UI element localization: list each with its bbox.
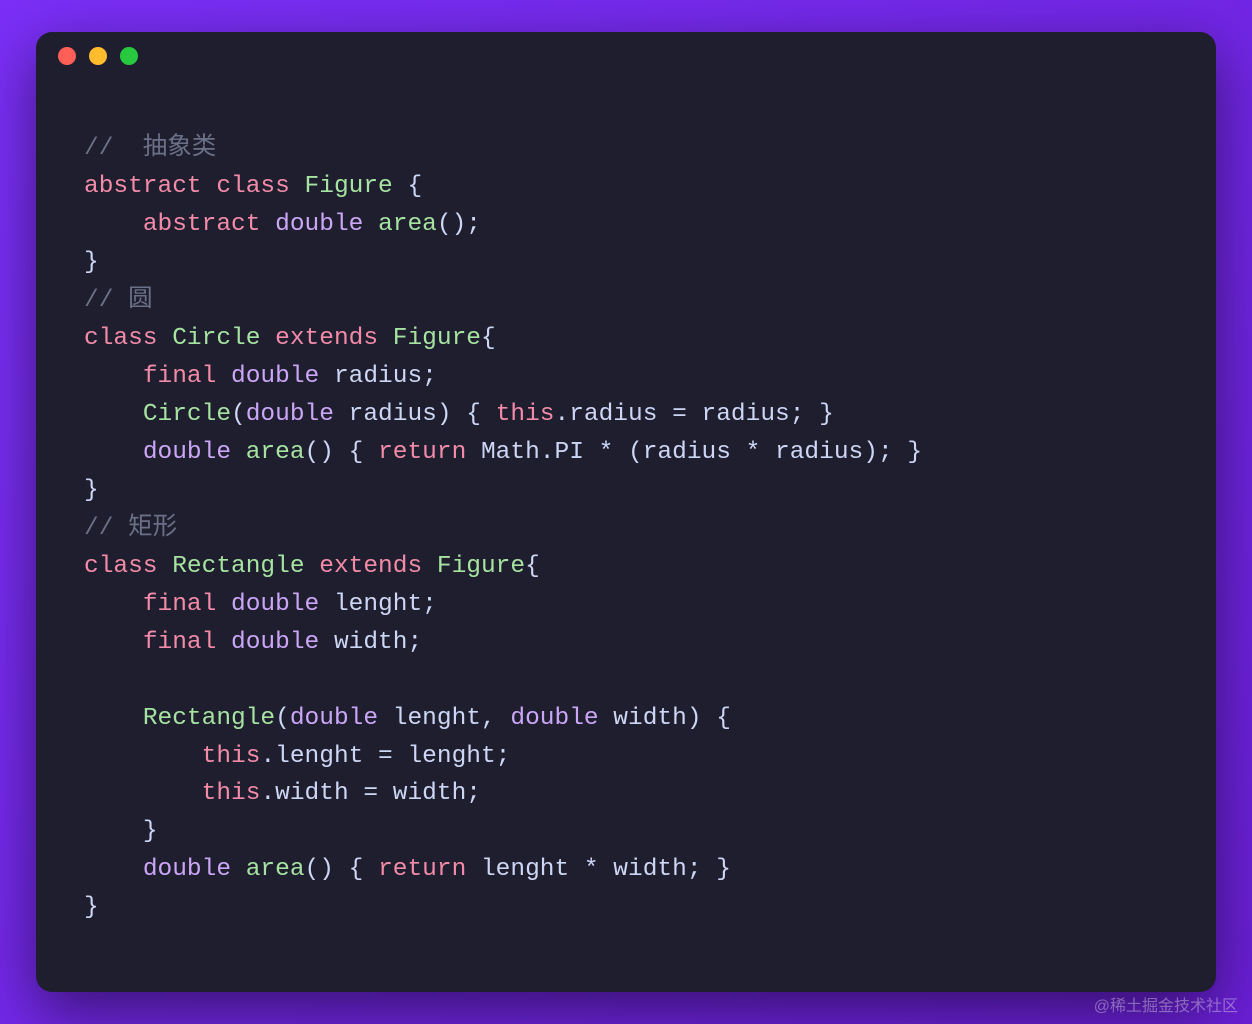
code-keyword: extends <box>319 553 422 580</box>
code-this: this <box>202 743 261 770</box>
close-icon[interactable] <box>58 47 76 65</box>
code-keyword: class <box>84 325 158 352</box>
code-text: radius) { <box>334 401 496 428</box>
code-keyword: abstract <box>84 173 202 200</box>
code-this: this <box>202 780 261 807</box>
code-indent <box>84 856 143 883</box>
code-classname: Circle <box>172 325 260 352</box>
code-text: lenght; <box>319 591 437 618</box>
window-titlebar <box>36 32 1216 80</box>
code-comment: // 圆 <box>84 287 153 314</box>
code-keyword: return <box>378 856 466 883</box>
code-type: double <box>275 211 363 238</box>
code-classname: Figure <box>437 553 525 580</box>
code-ctor: Circle <box>143 401 231 428</box>
code-punc: } <box>143 818 158 845</box>
code-this: this <box>496 401 555 428</box>
watermark: @稀土掘金技术社区 <box>1094 992 1238 1016</box>
code-punc: () { <box>305 439 379 466</box>
code-comment: // 抽象类 <box>84 135 216 162</box>
code-keyword: final <box>143 629 217 656</box>
code-indent <box>84 439 143 466</box>
code-window: // 抽象类 abstract class Figure { abstract … <box>36 32 1216 992</box>
code-indent <box>84 401 143 428</box>
code-text: width; <box>319 629 422 656</box>
code-indent <box>84 211 143 238</box>
code-indent <box>84 743 202 770</box>
code-type: double <box>246 401 334 428</box>
code-text: .radius = radius; } <box>555 401 834 428</box>
code-text: Math.PI * (radius * radius); } <box>466 439 922 466</box>
code-indent <box>84 705 143 732</box>
code-method: area <box>246 439 305 466</box>
code-keyword: abstract <box>143 211 261 238</box>
code-punc: (); <box>437 211 481 238</box>
code-text: lenght, <box>378 705 510 732</box>
code-type: double <box>143 856 231 883</box>
code-punc: { <box>481 325 496 352</box>
code-type: double <box>231 629 319 656</box>
code-indent <box>84 363 143 390</box>
code-type: double <box>143 439 231 466</box>
code-punc: { <box>393 173 422 200</box>
code-text: radius; <box>319 363 437 390</box>
code-text: .lenght = lenght; <box>260 743 510 770</box>
code-indent <box>84 591 143 618</box>
code-keyword: final <box>143 591 217 618</box>
code-keyword: extends <box>275 325 378 352</box>
code-keyword: final <box>143 363 217 390</box>
code-punc: } <box>84 894 99 921</box>
code-classname: Figure <box>393 325 481 352</box>
code-punc: } <box>84 477 99 504</box>
code-comment: // 矩形 <box>84 515 177 542</box>
code-punc: ( <box>231 401 246 428</box>
code-text: .width = width; <box>260 780 481 807</box>
code-punc: ( <box>275 705 290 732</box>
code-type: double <box>231 363 319 390</box>
code-punc: { <box>525 553 540 580</box>
code-text: lenght * width; } <box>466 856 731 883</box>
code-type: double <box>290 705 378 732</box>
code-method: area <box>378 211 437 238</box>
code-indent <box>84 818 143 845</box>
code-type: double <box>231 591 319 618</box>
code-keyword: class <box>84 553 158 580</box>
code-type: double <box>510 705 598 732</box>
code-method: area <box>246 856 305 883</box>
code-indent <box>84 780 202 807</box>
minimize-icon[interactable] <box>89 47 107 65</box>
code-keyword: class <box>216 173 290 200</box>
code-classname: Figure <box>305 173 393 200</box>
code-punc: } <box>84 249 99 276</box>
code-keyword: return <box>378 439 466 466</box>
maximize-icon[interactable] <box>120 47 138 65</box>
code-text: width) { <box>599 705 731 732</box>
code-ctor: Rectangle <box>143 705 275 732</box>
code-punc: () { <box>305 856 379 883</box>
code-block: // 抽象类 abstract class Figure { abstract … <box>36 80 1216 967</box>
code-indent <box>84 629 143 656</box>
code-classname: Rectangle <box>172 553 304 580</box>
